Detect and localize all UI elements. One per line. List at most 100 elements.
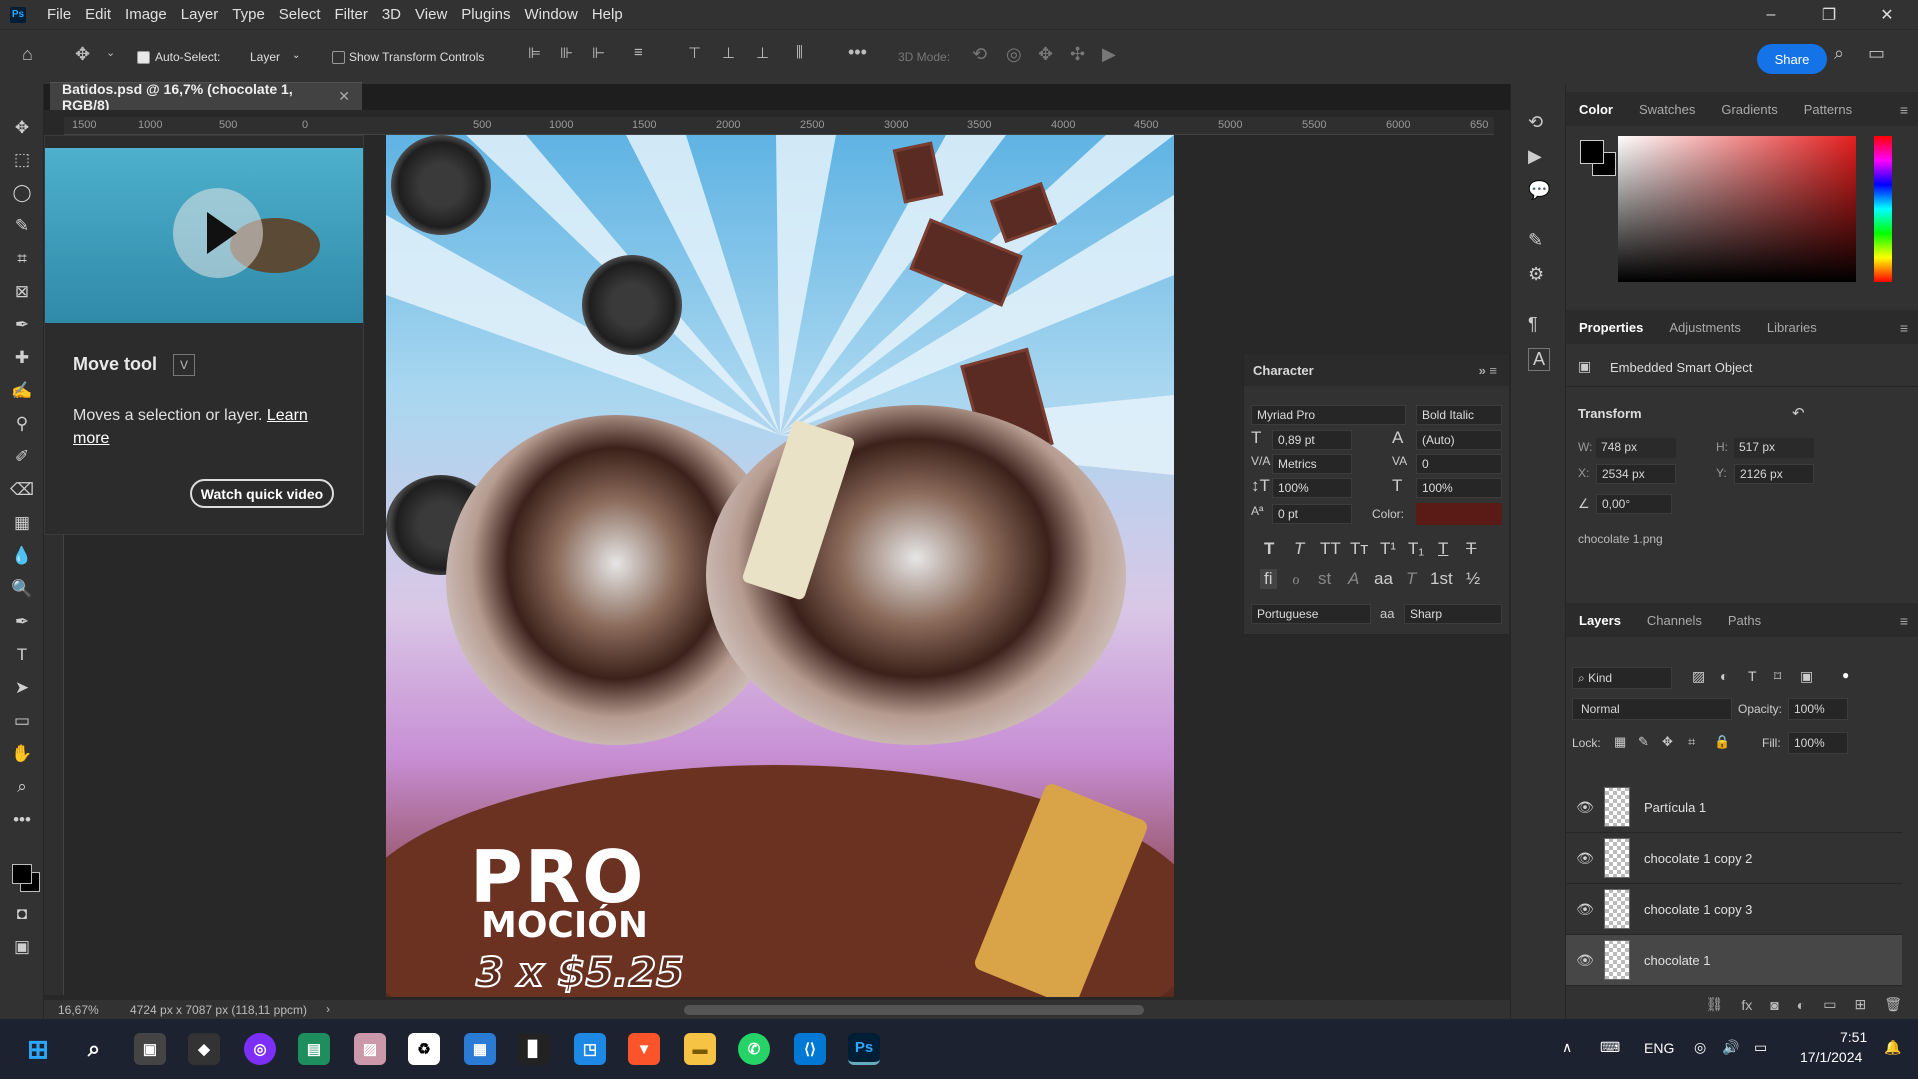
link-layers-icon[interactable]: ⛓ [1706,996,1724,1013]
align-bottom-icon[interactable]: ⊥ [756,44,769,62]
share-button[interactable]: Share [1757,44,1827,74]
stamp-tool-icon[interactable]: ⚲ [8,412,36,436]
align-center-icon[interactable]: ⊪ [560,44,573,62]
path-select-tool-icon[interactable]: ➤ [8,676,36,700]
file-explorer-icon[interactable]: ▬ [684,1033,716,1065]
play-icon[interactable] [173,188,263,278]
status-menu-icon[interactable]: › [326,1002,330,1016]
filter-pixel-icon[interactable]: ▨ [1692,668,1705,685]
auto-select-checkbox[interactable] [137,51,150,64]
faux-bold-icon[interactable]: T [1264,539,1274,559]
tab-channels[interactable]: Channels [1634,613,1715,628]
move-tool-icon[interactable]: ✥ [75,44,90,65]
chart-app-icon[interactable]: ▊ [518,1033,550,1065]
layer-kind-filter[interactable]: ⌕ Kind [1572,667,1672,689]
android-studio-icon[interactable]: ▤ [298,1033,330,1065]
height-field[interactable]: 517 px [1734,438,1814,458]
fx-icon[interactable]: fx [1741,997,1752,1013]
chevron-down-icon[interactable]: ⌄ [106,46,115,59]
more-tools-icon[interactable]: ••• [8,808,36,832]
panel-menu-icon[interactable]: ≡ [1900,102,1908,118]
close-tab-icon[interactable]: ✕ [338,88,350,105]
app-icon[interactable]: ▦ [464,1033,496,1065]
fill-field[interactable]: 100% [1788,732,1848,754]
language-dropdown[interactable]: Portuguese [1251,604,1371,624]
eyedropper-tool-icon[interactable]: ✒ [8,313,36,337]
menu-edit[interactable]: Edit [78,6,118,23]
transform-controls-checkbox[interactable] [332,51,345,64]
windows-start-icon[interactable]: ⊞ [22,1033,54,1065]
comments-icon[interactable]: 💬 [1528,180,1550,201]
tab-gradients[interactable]: Gradients [1708,102,1790,117]
horizontal-scrollbar[interactable] [684,1005,1144,1015]
crop-tool-icon[interactable]: ⌗ [8,247,36,271]
filter-toggle-icon[interactable]: ● [1842,668,1849,682]
tab-layers[interactable]: Layers [1566,613,1634,628]
filter-smart-object-icon[interactable]: ▣ [1800,668,1813,685]
foreground-color-swatch[interactable] [12,864,32,884]
tab-paths[interactable]: Paths [1715,613,1774,628]
discretionary-ligatures-icon[interactable]: st [1318,569,1331,589]
stylistic-alternates-icon[interactable]: aa [1374,569,1393,589]
home-icon[interactable]: ⌂ [22,44,33,65]
menu-type[interactable]: Type [225,6,272,23]
hand-tool-icon[interactable]: ✋ [8,742,36,766]
visibility-eye-icon[interactable]: 👁 [1566,850,1604,867]
image-viewer-icon[interactable]: ▨ [354,1033,386,1065]
menu-layer[interactable]: Layer [174,6,226,23]
pen-tool-icon[interactable]: ✒ [8,610,36,634]
font-style-dropdown[interactable]: Bold Italic [1416,405,1502,425]
baseline-shift-field[interactable]: 0 pt [1272,504,1352,524]
visibility-eye-icon[interactable]: 👁 [1566,952,1604,969]
history-brush-tool-icon[interactable]: ✐ [8,445,36,469]
minimize-icon[interactable]: – [1742,0,1800,29]
menu-file[interactable]: File [40,6,78,23]
3d-slide-icon[interactable]: ✣ [1070,44,1085,65]
add-mask-icon[interactable]: ◙ [1770,997,1778,1013]
notification-icon[interactable]: 🔔 [1884,1039,1901,1056]
layer-row-selected[interactable]: 👁 chocolate 1 [1566,935,1902,986]
screen-mode-icon[interactable]: ▣ [8,935,36,959]
move-tool-icon[interactable]: ✥ [8,116,36,140]
panel-menu-icon[interactable]: » ≡ [1479,363,1497,378]
tab-properties[interactable]: Properties [1566,320,1656,335]
3d-roll-icon[interactable]: ◎ [1006,44,1022,65]
history-icon[interactable]: ⟲ [1528,112,1543,133]
volume-icon[interactable]: 🔊 [1722,1039,1739,1056]
faux-italic-icon[interactable]: T [1294,539,1304,559]
angle-field[interactable]: 0,00° [1596,494,1672,514]
search-icon[interactable]: ⌕ [1834,43,1844,64]
paragraph-icon[interactable]: ¶ [1528,314,1538,335]
gradient-tool-icon[interactable]: ▦ [8,511,36,535]
underline-icon[interactable]: T [1438,539,1448,559]
clock-date[interactable]: 17/1/2024 [1800,1049,1862,1065]
filter-type-icon[interactable]: T [1748,668,1757,684]
network-icon[interactable]: ◎ [1694,1039,1706,1056]
filter-adjustment-icon[interactable]: ◐ [1720,668,1728,684]
zoom-tool-icon[interactable]: ⌕ [8,775,36,799]
tab-libraries[interactable]: Libraries [1754,320,1830,335]
quick-mask-icon[interactable]: ◘ [8,902,36,926]
distribute-vertical-icon[interactable]: ⫼ [796,44,803,61]
tracking-field[interactable]: 0 [1416,454,1502,474]
lock-transparent-icon[interactable]: ▦ [1614,734,1626,750]
lock-position-icon[interactable]: ✥ [1662,734,1673,750]
font-size-field[interactable]: 0,89 pt [1272,430,1352,450]
document-tab[interactable]: Batidos.psd @ 16,7% (chocolate 1, RGB/8)… [50,81,362,113]
layer-row[interactable]: 👁 chocolate 1 copy 3 [1566,884,1902,935]
menu-plugins[interactable]: Plugins [454,6,517,23]
lock-pixels-icon[interactable]: ✎ [1638,734,1649,750]
panel-menu-icon[interactable]: ≡ [1900,320,1908,336]
3d-camera-icon[interactable]: ▶ [1102,44,1116,65]
task-view-icon[interactable]: ▣ [134,1033,166,1065]
3d-pan-icon[interactable]: ✥ [1038,44,1053,65]
horizontal-scale-field[interactable]: 100% [1416,478,1502,498]
marquee-tool-icon[interactable]: ⬚ [8,148,36,172]
brave-browser-icon[interactable]: ▼ [628,1033,660,1065]
text-color-swatch[interactable] [1416,503,1502,525]
fractions-icon[interactable]: ½ [1466,569,1480,589]
ordinals-icon[interactable]: 1st [1430,569,1453,589]
dodge-tool-icon[interactable]: 🔍 [8,577,36,601]
tab-swatches[interactable]: Swatches [1626,102,1708,117]
opacity-field[interactable]: 100% [1788,698,1848,720]
